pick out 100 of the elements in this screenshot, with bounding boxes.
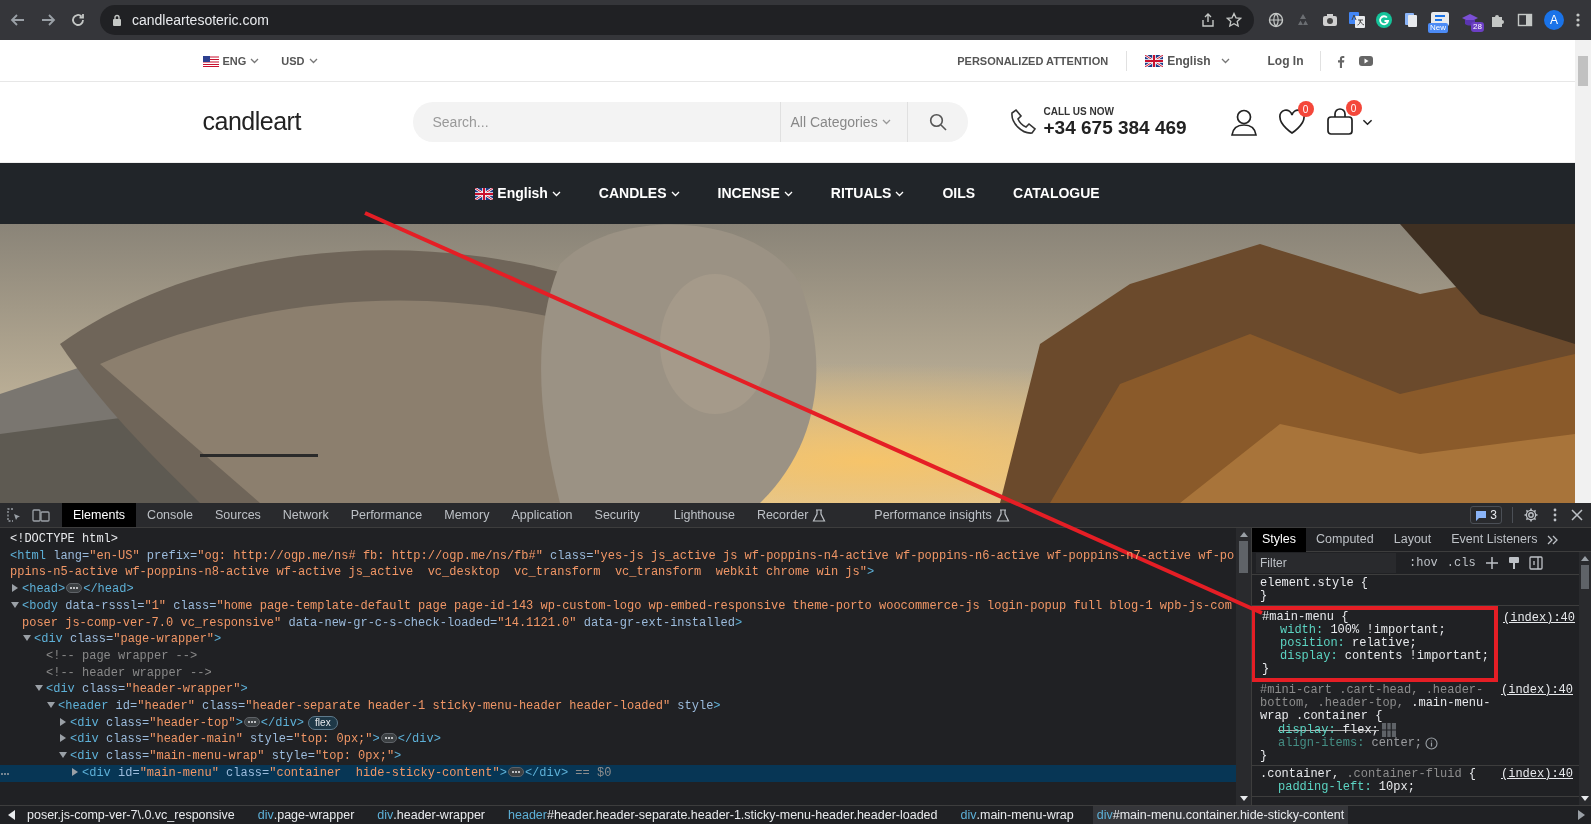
scrollbar[interactable] [1579,552,1591,805]
breadcrumb-item[interactable]: poser.js-comp-ver-7\.0.vc_responsive [23,806,239,824]
breadcrumb-item[interactable]: div.header-wrapper [373,806,490,824]
user-icon[interactable] [1229,108,1258,136]
styles-tab[interactable]: Layout [1383,527,1442,552]
more-icon[interactable] [1575,12,1581,28]
markup-text: <body data-rsssl="1" class="home page-template-default page page-id-143 wp-custom-logo wp-embed-responsive theme-porto woocommerce-js login-popup full blog-1 wpb-js-composer js-comp-ver-7.0 vc_responsive" data-new-gr-c-s-check-loaded="14.1121.0" data-gr-ext-installed> [22,598,1232,630]
devtools-tab[interactable]: Console [136,503,204,527]
address-bar[interactable]: candleartesoteric.com [100,5,1254,35]
devtools-tab[interactable]: Sources [204,503,272,527]
breadcrumb-item[interactable]: div#main-menu.container.hide-sticky-content [1092,806,1349,824]
more-icon[interactable] [1553,508,1557,522]
camera-icon[interactable] [1322,12,1338,28]
devtools-tab[interactable]: Application [500,503,584,527]
paint-brush-icon[interactable] [1507,556,1520,570]
translate-icon[interactable] [1349,12,1365,28]
breadcrumb-item[interactable]: div.page-wrapper [253,806,359,824]
profile-avatar[interactable]: A [1544,10,1564,30]
breadcrumb-item[interactable]: div.main-menu-wrap [956,806,1078,824]
menu-link[interactable]: English [475,183,561,204]
globe-icon[interactable] [1268,12,1284,28]
flex-badge[interactable]: flex [308,715,338,730]
reload-icon[interactable] [70,12,86,28]
login-link[interactable]: Log In [1267,52,1304,70]
grid-editor-icon[interactable] [1381,723,1396,737]
language-selector[interactable]: English [1145,52,1230,70]
star-icon[interactable] [1226,12,1242,28]
cls-toggle[interactable]: .cls [1446,554,1476,572]
markup-text: <!DOCTYPE html> [10,532,119,546]
scroll-up-icon[interactable] [1581,556,1589,561]
ellipsis-icon[interactable] [507,766,524,777]
breadcrumb-item[interactable]: header#header.header-separate.header-1.sticky-menu-header.header-loaded [504,806,942,824]
issues-button[interactable]: 3 [1470,506,1502,524]
more-tabs-icon[interactable] [1547,534,1560,545]
devtools-tab[interactable]: Network [271,503,340,527]
source-link[interactable]: (index):40 [1501,684,1573,723]
search-field[interactable]: Search... [412,110,780,134]
ellipsis-icon[interactable] [243,716,260,727]
devtools-tab[interactable]: Lighthouse [662,503,746,527]
video-play-icon[interactable] [1358,56,1373,66]
scroll-left-icon[interactable] [8,810,16,820]
settings-icon[interactable] [1523,507,1539,523]
collapse-arrow-icon[interactable] [23,634,31,643]
devtools-tab[interactable]: Performance insights [863,503,1021,527]
phone-number[interactable]: +34 675 384 469 [1043,116,1187,139]
site-logo[interactable]: candleart [202,103,413,141]
puzzle-icon[interactable] [1490,12,1506,28]
hov-toggle[interactable]: :hov [1409,554,1438,572]
scroll-thumb[interactable] [1581,565,1589,589]
ellipsis-icon[interactable] [66,583,83,594]
language-selector[interactable]: ENG [202,52,260,70]
selected-row[interactable]: <div id="main-menu" class="container hide-sticky-content"> </div> == $0 [0,764,1236,782]
facebook-icon[interactable] [1336,54,1345,68]
expand-arrow-icon[interactable] [71,767,79,776]
document-icon[interactable] [1403,12,1419,28]
expand-arrow-icon[interactable] [11,584,19,593]
back-icon[interactable] [10,12,26,28]
inspect-icon[interactable] [6,507,22,523]
scroll-right-icon[interactable] [1577,810,1585,820]
collapse-arrow-icon[interactable] [11,600,19,609]
close-icon[interactable] [1571,509,1583,521]
devtools-tab[interactable]: Elements [62,503,137,527]
markup-text: <!-- page wrapper --> [46,648,198,663]
styles-tab[interactable]: Computed [1306,527,1384,552]
source-link[interactable]: (index):40 [1503,612,1575,625]
menu-link[interactable]: CATALOGUE [1013,183,1100,204]
styles-tab[interactable]: Event Listeners [1441,527,1548,552]
caret-icon [670,190,680,197]
ellipsis-icon[interactable] [380,733,397,744]
share-icon[interactable] [1200,12,1216,28]
css-selector: #main-menu { [1262,611,1349,624]
devtools-tab[interactable]: Recorder [745,503,838,527]
devtools-tab[interactable]: Memory [433,503,501,527]
styles-tab[interactable]: Styles [1252,527,1307,552]
menu-link[interactable]: INCENSE [717,183,793,204]
side-panel-icon[interactable] [1517,12,1533,28]
currency-selector[interactable]: USD [281,52,318,70]
markup-text: </head> [83,582,134,597]
menu-link[interactable]: OILS [942,183,976,204]
scroll-down-icon[interactable] [1581,796,1589,801]
device-icon[interactable] [32,507,50,523]
menu-link[interactable]: RITUALS [830,183,905,204]
collapse-arrow-icon[interactable] [59,751,67,760]
sidebar-icon[interactable] [1528,556,1543,570]
forward-icon[interactable] [40,12,56,28]
info-icon[interactable] [1425,737,1439,750]
attention-link[interactable]: PERSONALIZED ATTENTION [957,52,1109,70]
scrollbar[interactable] [1236,528,1251,805]
grammar-icon[interactable] [1376,12,1392,28]
scroll-down-icon[interactable] [1239,796,1248,801]
page-scrollbar[interactable] [1575,40,1591,503]
plus-icon[interactable] [1484,556,1499,570]
devtools-tab[interactable]: Performance [339,503,434,527]
css-declaration: width: 100% !important; [1280,624,1446,637]
devtools-tab[interactable]: Security [583,503,651,527]
menu-link[interactable]: CANDLES [598,183,680,204]
scroll-thumb[interactable] [1239,541,1248,573]
filter-field[interactable]: Filter [1256,553,1396,573]
scroll-up-icon[interactable] [1239,532,1248,537]
source-link[interactable]: (index):40 [1501,768,1573,781]
